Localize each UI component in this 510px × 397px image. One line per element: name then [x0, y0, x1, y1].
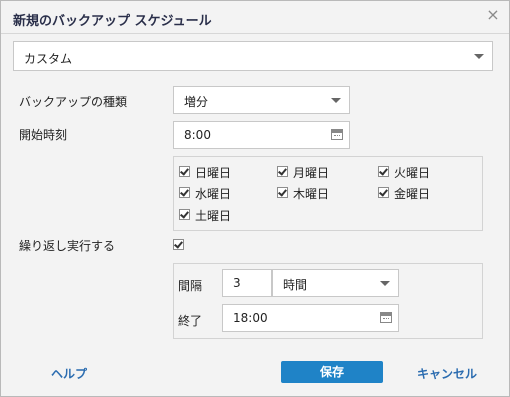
repeat-checkbox[interactable]: [173, 239, 184, 250]
end-time-input[interactable]: 18:00: [222, 304, 399, 332]
day-label-friday: 金曜日: [394, 187, 431, 201]
calendar-icon[interactable]: [331, 129, 343, 140]
checkbox-thursday[interactable]: [277, 187, 288, 198]
day-label-sunday: 日曜日: [195, 166, 232, 180]
interval-label: 間隔: [178, 279, 203, 293]
chevron-down-icon: [331, 98, 341, 103]
end-time-value: 18:00: [233, 311, 268, 325]
save-button[interactable]: 保存: [281, 361, 383, 383]
day-label-tuesday: 火曜日: [394, 166, 431, 180]
checkbox-tuesday[interactable]: [378, 166, 389, 177]
repeat-label: 繰り返し実行する: [19, 239, 116, 253]
close-icon[interactable]: ×: [485, 7, 501, 23]
dialog-title-bar: 新規のバックアップ スケジュール ×: [1, 1, 509, 34]
backup-type-select[interactable]: 増分: [173, 86, 350, 114]
start-time-input[interactable]: 8:00: [173, 121, 350, 149]
chevron-down-icon: [380, 281, 390, 286]
help-link[interactable]: ヘルプ: [51, 365, 87, 382]
repeat-panel: 間隔 3 時間 終了 18:00: [173, 263, 483, 339]
backup-type-value: 増分: [184, 95, 209, 109]
day-label-thursday: 木曜日: [293, 187, 330, 201]
dialog-title: 新規のバックアップ スケジュール: [13, 14, 212, 29]
chevron-down-icon: [474, 54, 484, 59]
day-label-wednesday: 水曜日: [195, 187, 232, 201]
backup-type-label: バックアップの種類: [19, 95, 128, 109]
schedule-type-value: カスタム: [24, 52, 73, 66]
schedule-dialog: 新規のバックアップ スケジュール × カスタム バックアップの種類 増分 開始時…: [0, 0, 510, 397]
checkbox-sunday[interactable]: [179, 166, 190, 177]
interval-unit-select[interactable]: 時間: [272, 269, 399, 297]
checkbox-monday[interactable]: [277, 166, 288, 177]
checkbox-friday[interactable]: [378, 187, 389, 198]
day-label-monday: 月曜日: [293, 166, 330, 180]
interval-value: 3: [233, 276, 241, 290]
interval-unit-value: 時間: [283, 278, 308, 292]
cancel-link[interactable]: キャンセル: [417, 365, 477, 382]
checkbox-wednesday[interactable]: [179, 187, 190, 198]
days-panel: 日曜日 月曜日 火曜日 水曜日 木曜日 金曜日 土曜日: [173, 156, 483, 231]
calendar-icon[interactable]: [380, 312, 392, 323]
interval-input[interactable]: 3: [222, 269, 272, 297]
start-time-label: 開始時刻: [19, 128, 68, 142]
end-label: 終了: [178, 314, 203, 328]
start-time-value: 8:00: [184, 128, 211, 142]
checkbox-saturday[interactable]: [179, 209, 190, 220]
schedule-type-select[interactable]: カスタム: [13, 41, 493, 71]
day-label-saturday: 土曜日: [195, 209, 232, 223]
